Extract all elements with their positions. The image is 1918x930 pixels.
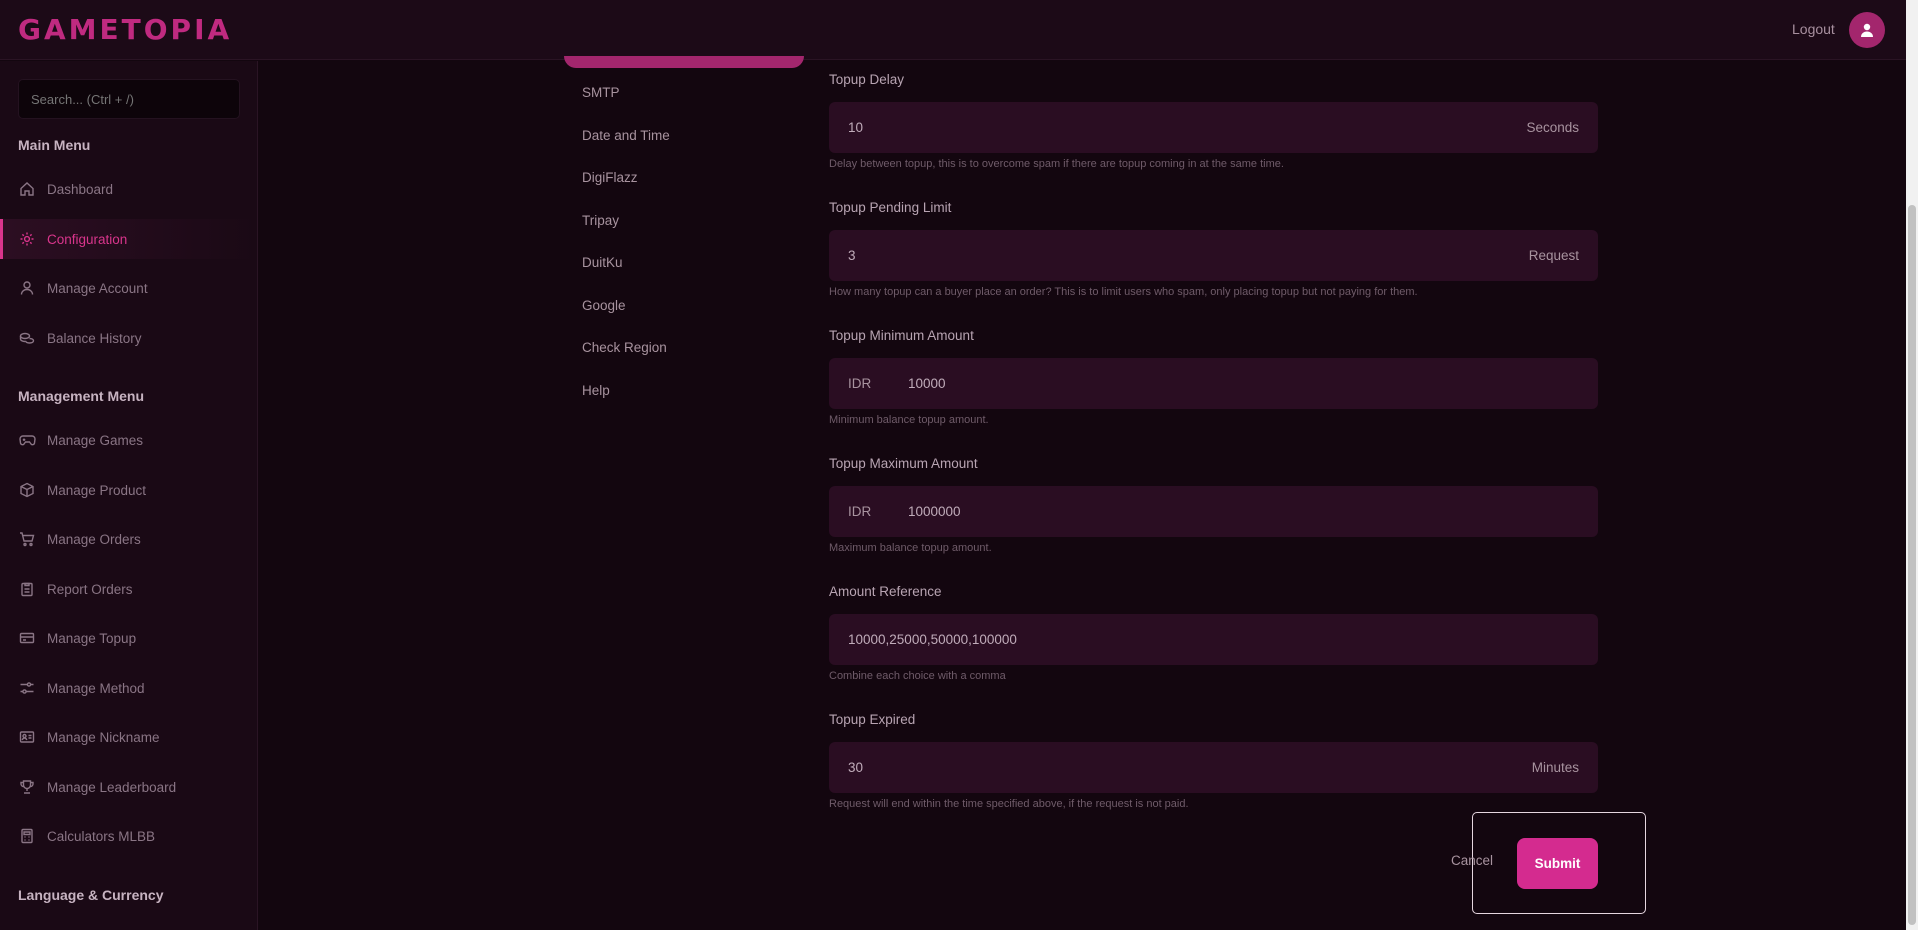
main-menu-title: Main Menu xyxy=(18,137,91,153)
amount-reference-label: Amount Reference xyxy=(829,584,942,599)
sidebar-item-manage-games[interactable]: Manage Games xyxy=(0,420,257,460)
cart-icon xyxy=(18,530,36,548)
sliders-icon xyxy=(18,679,36,697)
sidebar-item-label: Report Orders xyxy=(47,581,133,597)
sidebar-item-dashboard[interactable]: Dashboard xyxy=(0,169,257,209)
sidebar-item-label: Manage Method xyxy=(47,680,145,696)
id-card-icon xyxy=(18,728,36,746)
settings-nav-smtp[interactable]: SMTP xyxy=(582,85,620,100)
amount-reference-field[interactable]: 10000,25000,50000,100000 xyxy=(829,614,1598,665)
topup-minimum-prefix: IDR xyxy=(848,376,872,391)
home-icon xyxy=(18,180,36,198)
sidebar-item-label: Dashboard xyxy=(47,181,114,197)
topup-maximum-prefix: IDR xyxy=(848,504,872,519)
user-icon xyxy=(18,279,36,297)
sidebar-item-label: Manage Topup xyxy=(47,630,137,646)
settings-nav-help[interactable]: Help xyxy=(582,383,610,398)
topup-delay-field[interactable]: 10 Seconds xyxy=(829,102,1598,153)
settings-nav-google[interactable]: Google xyxy=(582,298,626,313)
amount-reference-value[interactable]: 10000,25000,50000,100000 xyxy=(848,632,1579,647)
topup-minimum-help: Minimum balance topup amount. xyxy=(829,414,989,426)
sidebar-item-label: Manage Leaderboard xyxy=(47,779,177,795)
sidebar-item-label: Configuration xyxy=(47,231,128,247)
topup-maximum-help: Maximum balance topup amount. xyxy=(829,542,992,554)
wallet-icon xyxy=(18,629,36,647)
sidebar: Main Menu Dashboard Configuration Manage… xyxy=(0,61,258,930)
topup-minimum-value[interactable]: 10000 xyxy=(908,376,1579,391)
logout-link[interactable]: Logout xyxy=(1792,21,1835,37)
topup-pending-limit-suffix: Request xyxy=(1528,248,1579,263)
sidebar-item-manage-topup[interactable]: Manage Topup xyxy=(0,618,257,658)
settings-nav-active-indicator[interactable] xyxy=(564,56,804,68)
sidebar-item-manage-product[interactable]: Manage Product xyxy=(0,470,257,510)
trophy-icon xyxy=(18,778,36,796)
sidebar-item-calculators-mlbb[interactable]: Calculators MLBB xyxy=(0,816,257,856)
management-menu-title: Management Menu xyxy=(18,388,145,404)
topup-delay-value[interactable]: 10 xyxy=(848,120,1526,135)
topup-maximum-label: Topup Maximum Amount xyxy=(829,456,978,471)
topup-expired-field[interactable]: 30 Minutes xyxy=(829,742,1598,793)
sidebar-item-manage-orders[interactable]: Manage Orders xyxy=(0,519,257,559)
topup-minimum-field[interactable]: IDR 10000 xyxy=(829,358,1598,409)
gear-icon xyxy=(18,230,36,248)
topup-delay-suffix: Seconds xyxy=(1526,120,1579,135)
amount-reference-help: Combine each choice with a comma xyxy=(829,670,1006,682)
cancel-button[interactable]: Cancel xyxy=(1451,853,1493,868)
sidebar-item-label: Manage Nickname xyxy=(47,729,160,745)
sidebar-item-label: Balance History xyxy=(47,330,142,346)
sidebar-item-report-orders[interactable]: Report Orders xyxy=(0,569,257,609)
topup-maximum-value[interactable]: 1000000 xyxy=(908,504,1579,519)
sidebar-item-label: Manage Account xyxy=(47,280,148,296)
settings-nav-tripay[interactable]: Tripay xyxy=(582,213,619,228)
topup-minimum-label: Topup Minimum Amount xyxy=(829,328,974,343)
settings-nav-duitku[interactable]: DuitKu xyxy=(582,255,623,270)
submit-button[interactable]: Submit xyxy=(1517,838,1598,889)
sidebar-item-manage-leaderboard[interactable]: Manage Leaderboard xyxy=(0,767,257,807)
settings-nav-check-region[interactable]: Check Region xyxy=(582,340,667,355)
avatar[interactable] xyxy=(1849,12,1885,48)
sidebar-item-manage-nickname[interactable]: Manage Nickname xyxy=(0,717,257,757)
search-input[interactable] xyxy=(18,79,240,119)
topup-expired-suffix: Minutes xyxy=(1531,760,1579,775)
topup-expired-value[interactable]: 30 xyxy=(848,760,1532,775)
sidebar-item-label: Manage Games xyxy=(47,432,144,448)
topup-pending-limit-label: Topup Pending Limit xyxy=(829,200,952,215)
sidebar-item-label: Manage Orders xyxy=(47,531,141,547)
sidebar-item-manage-account[interactable]: Manage Account xyxy=(0,268,257,308)
calculator-icon xyxy=(18,827,36,845)
top-bar: GAMETOPIA Logout xyxy=(0,0,1906,60)
topup-delay-label: Topup Delay xyxy=(829,72,905,87)
topup-delay-help: Delay between topup, this is to overcome… xyxy=(829,158,1284,170)
topup-expired-help: Request will end within the time specifi… xyxy=(829,798,1189,810)
gamepad-icon xyxy=(18,431,36,449)
topup-maximum-field[interactable]: IDR 1000000 xyxy=(829,486,1598,537)
sidebar-item-manage-method[interactable]: Manage Method xyxy=(0,668,257,708)
sidebar-item-balance-history[interactable]: Balance History xyxy=(0,318,257,358)
sidebar-item-label: Manage Product xyxy=(47,482,147,498)
scrollbar-thumb[interactable] xyxy=(1908,205,1916,925)
topup-pending-limit-field[interactable]: 3 Request xyxy=(829,230,1598,281)
box-icon xyxy=(18,481,36,499)
settings-nav-date-time[interactable]: Date and Time xyxy=(582,128,670,143)
topup-expired-label: Topup Expired xyxy=(829,712,916,727)
settings-nav-digiflazz[interactable]: DigiFlazz xyxy=(582,170,638,185)
app-logo[interactable]: GAMETOPIA xyxy=(18,13,232,46)
language-currency-title: Language & Currency xyxy=(18,887,164,903)
user-icon xyxy=(1861,23,1873,37)
coins-icon xyxy=(18,329,36,347)
sidebar-item-configuration[interactable]: Configuration xyxy=(0,219,257,259)
clipboard-icon xyxy=(18,580,36,598)
sidebar-item-label: Calculators MLBB xyxy=(47,828,156,844)
topup-pending-limit-help: How many topup can a buyer place an orde… xyxy=(829,286,1418,298)
topup-pending-limit-value[interactable]: 3 xyxy=(848,248,1529,263)
